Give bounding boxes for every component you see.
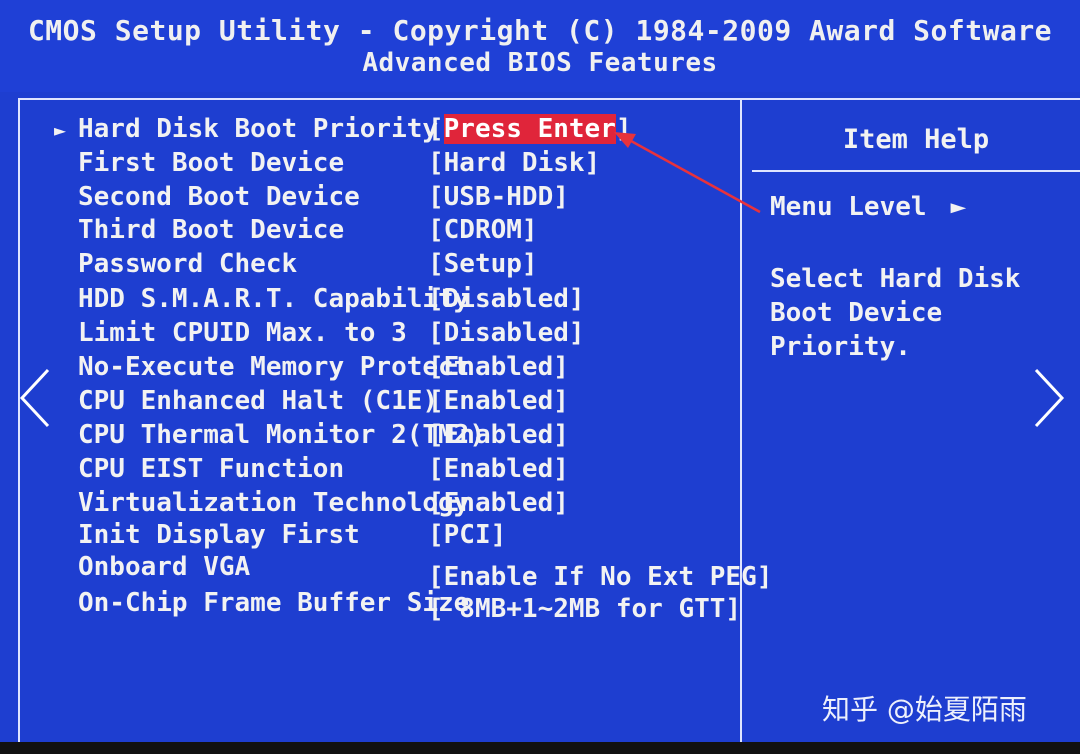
setting-label: Third Boot Device [78, 215, 345, 245]
setting-row-onboard-vga[interactable]: Onboard VGA [Enable If No Ext PEG] [0, 552, 772, 592]
setting-label: No-Execute Memory Protect [78, 352, 470, 382]
setting-value[interactable]: [PCI] [428, 520, 506, 550]
setting-label: Virtualization Technology [78, 488, 470, 518]
setting-label: Hard Disk Boot Priority [78, 114, 439, 144]
menu-level: Menu Level ► [770, 192, 966, 222]
submenu-marker-icon: ► [54, 118, 67, 142]
item-help-title: Item Help [842, 124, 990, 155]
setting-label: CPU EIST Function [78, 454, 345, 484]
setting-row-frame-buffer-size[interactable]: On-Chip Frame Buffer Size [ 8MB+1~2MB fo… [0, 588, 741, 624]
setting-label: CPU Thermal Monitor 2(TM2) [78, 420, 485, 450]
watermark: 知乎 @始夏陌雨 [822, 693, 1027, 726]
setting-label: CPU Enhanced Halt (C1E) [78, 386, 439, 416]
setting-row-init-display-first[interactable]: Init Display First [PCI] [0, 520, 740, 554]
setting-label: First Boot Device [78, 148, 345, 178]
chevron-left-icon[interactable] [16, 366, 56, 430]
setting-value[interactable]: [ 8MB+1~2MB for GTT] [428, 594, 741, 624]
setting-row-hdd-smart-capability[interactable]: HDD S.M.A.R.T. Capability [Disabled] [0, 284, 740, 318]
setting-label: Second Boot Device [78, 182, 360, 212]
setting-label: Limit CPUID Max. to 3 [78, 318, 407, 348]
red-arrow-icon [614, 132, 761, 214]
title-bar: CMOS Setup Utility - Copyright (C) 1984-… [0, 0, 1080, 92]
bios-screen: CMOS Setup Utility - Copyright (C) 1984-… [0, 0, 1080, 754]
page-title: Advanced BIOS Features [362, 48, 718, 78]
setting-label: Onboard VGA [78, 552, 251, 582]
setting-value[interactable]: [CDROM] [428, 215, 538, 245]
setting-label: Password Check [78, 249, 298, 279]
setting-value[interactable]: [Enabled] [428, 386, 569, 416]
setting-value[interactable]: [Enabled] [428, 454, 569, 484]
setting-row-cpu-eist[interactable]: CPU EIST Function [Enabled] [0, 454, 740, 488]
setting-row-limit-cpuid[interactable]: Limit CPUID Max. to 3 [Disabled] [0, 318, 740, 352]
help-divider [752, 170, 1080, 172]
setting-label: On-Chip Frame Buffer Size [78, 588, 470, 618]
setting-label: HDD S.M.A.R.T. Capability [78, 284, 470, 314]
setting-value[interactable]: [Hard Disk] [428, 148, 600, 178]
setting-value[interactable]: [Setup] [428, 249, 538, 279]
setting-row-cpu-enhanced-halt[interactable]: CPU Enhanced Halt (C1E) [Enabled] [0, 386, 740, 420]
utility-title: CMOS Setup Utility - Copyright (C) 1984-… [27, 14, 1053, 47]
setting-row-third-boot-device[interactable]: Third Boot Device [CDROM] [0, 215, 740, 249]
setting-value[interactable]: [USB-HDD] [428, 182, 569, 212]
menu-level-arrow-icon: ► [950, 192, 967, 222]
setting-value[interactable]: [Enabled] [428, 420, 569, 450]
setting-row-virtualization[interactable]: Virtualization Technology [Enabled] [0, 488, 740, 522]
setting-label: Init Display First [78, 520, 360, 550]
press-enter-highlight[interactable]: Press Enter [443, 114, 616, 144]
item-help-text: Select Hard Disk Boot Device Priority. [770, 264, 1021, 362]
setting-value[interactable]: [Disabled] [428, 284, 585, 314]
chevron-right-icon[interactable] [1028, 366, 1068, 430]
setting-value[interactable]: [Enabled] [428, 488, 569, 518]
setting-value[interactable]: [Disabled] [428, 318, 585, 348]
monitor-bezel [0, 742, 1080, 754]
setting-row-password-check[interactable]: Password Check [Setup] [0, 249, 740, 283]
setting-value[interactable]: [Enabled] [428, 352, 569, 382]
setting-row-no-execute-memory[interactable]: No-Execute Memory Protect [Enabled] [0, 352, 740, 386]
menu-level-label: Menu Level [770, 192, 927, 222]
setting-row-cpu-thermal-monitor[interactable]: CPU Thermal Monitor 2(TM2) [Enabled] [0, 420, 740, 454]
